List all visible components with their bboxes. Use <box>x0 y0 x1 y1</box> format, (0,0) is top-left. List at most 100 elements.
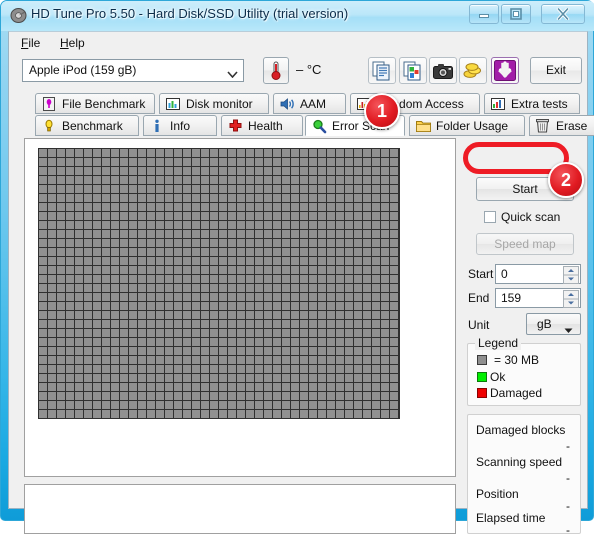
block-cell[interactable] <box>264 149 272 157</box>
block-cell[interactable] <box>327 230 335 238</box>
block-cell[interactable] <box>300 239 308 247</box>
block-cell[interactable] <box>66 158 74 166</box>
block-cell[interactable] <box>138 356 146 364</box>
block-cell[interactable] <box>201 221 209 229</box>
block-cell[interactable] <box>174 194 182 202</box>
block-cell[interactable] <box>39 158 47 166</box>
block-cell[interactable] <box>363 266 371 274</box>
coins-button[interactable] <box>459 57 487 84</box>
block-cell[interactable] <box>255 212 263 220</box>
block-cell[interactable] <box>120 311 128 319</box>
block-cell[interactable] <box>93 185 101 193</box>
block-cell[interactable] <box>390 266 398 274</box>
block-cell[interactable] <box>336 401 344 409</box>
block-cell[interactable] <box>156 158 164 166</box>
block-cell[interactable] <box>39 167 47 175</box>
block-cell[interactable] <box>300 167 308 175</box>
block-cell[interactable] <box>282 302 290 310</box>
block-cell[interactable] <box>264 248 272 256</box>
block-cell[interactable] <box>336 221 344 229</box>
block-cell[interactable] <box>120 203 128 211</box>
block-cell[interactable] <box>237 266 245 274</box>
block-cell[interactable] <box>156 329 164 337</box>
block-cell[interactable] <box>138 320 146 328</box>
block-cell[interactable] <box>219 149 227 157</box>
block-cell[interactable] <box>327 356 335 364</box>
block-cell[interactable] <box>156 392 164 400</box>
block-cell[interactable] <box>48 275 56 283</box>
block-cell[interactable] <box>273 275 281 283</box>
block-cell[interactable] <box>363 320 371 328</box>
block-cell[interactable] <box>381 203 389 211</box>
block-cell[interactable] <box>129 203 137 211</box>
block-cell[interactable] <box>300 347 308 355</box>
block-cell[interactable] <box>66 230 74 238</box>
block-cell[interactable] <box>318 266 326 274</box>
block-cell[interactable] <box>309 203 317 211</box>
block-cell[interactable] <box>183 365 191 373</box>
block-cell[interactable] <box>390 158 398 166</box>
block-cell[interactable] <box>147 185 155 193</box>
block-cell[interactable] <box>300 383 308 391</box>
block-cell[interactable] <box>309 266 317 274</box>
block-cell[interactable] <box>102 401 110 409</box>
block-cell[interactable] <box>237 356 245 364</box>
block-cell[interactable] <box>174 365 182 373</box>
block-cell[interactable] <box>102 338 110 346</box>
block-cell[interactable] <box>336 338 344 346</box>
block-cell[interactable] <box>93 338 101 346</box>
block-cell[interactable] <box>273 311 281 319</box>
block-cell[interactable] <box>147 167 155 175</box>
block-cell[interactable] <box>84 320 92 328</box>
block-cell[interactable] <box>345 167 353 175</box>
block-cell[interactable] <box>282 383 290 391</box>
block-cell[interactable] <box>300 311 308 319</box>
block-cell[interactable] <box>57 374 65 382</box>
block-cell[interactable] <box>354 203 362 211</box>
block-cell[interactable] <box>66 248 74 256</box>
block-cell[interactable] <box>246 320 254 328</box>
block-cell[interactable] <box>192 365 200 373</box>
block-cell[interactable] <box>255 383 263 391</box>
block-cell[interactable] <box>219 392 227 400</box>
block-cell[interactable] <box>120 374 128 382</box>
block-cell[interactable] <box>129 410 137 418</box>
block-cell[interactable] <box>183 392 191 400</box>
block-cell[interactable] <box>156 266 164 274</box>
block-cell[interactable] <box>93 401 101 409</box>
block-cell[interactable] <box>57 347 65 355</box>
block-cell[interactable] <box>129 230 137 238</box>
block-cell[interactable] <box>120 293 128 301</box>
quick-scan-checkbox[interactable] <box>484 211 496 223</box>
block-cell[interactable] <box>39 194 47 202</box>
block-cell[interactable] <box>102 239 110 247</box>
block-cell[interactable] <box>219 365 227 373</box>
block-cell[interactable] <box>273 239 281 247</box>
block-cell[interactable] <box>309 257 317 265</box>
block-cell[interactable] <box>273 167 281 175</box>
block-cell[interactable] <box>165 365 173 373</box>
block-cell[interactable] <box>183 410 191 418</box>
block-cell[interactable] <box>120 392 128 400</box>
block-cell[interactable] <box>291 347 299 355</box>
block-cell[interactable] <box>345 239 353 247</box>
block-cell[interactable] <box>228 248 236 256</box>
block-cell[interactable] <box>273 203 281 211</box>
block-cell[interactable] <box>354 194 362 202</box>
block-cell[interactable] <box>75 167 83 175</box>
block-cell[interactable] <box>147 392 155 400</box>
block-cell[interactable] <box>39 230 47 238</box>
block-cell[interactable] <box>84 293 92 301</box>
block-cell[interactable] <box>246 347 254 355</box>
block-cell[interactable] <box>129 365 137 373</box>
maximize-button[interactable] <box>501 4 531 24</box>
block-cell[interactable] <box>102 266 110 274</box>
block-cell[interactable] <box>129 248 137 256</box>
block-cell[interactable] <box>264 239 272 247</box>
block-cell[interactable] <box>192 392 200 400</box>
block-cell[interactable] <box>300 320 308 328</box>
block-cell[interactable] <box>111 176 119 184</box>
block-cell[interactable] <box>345 230 353 238</box>
block-cell[interactable] <box>300 149 308 157</box>
block-cell[interactable] <box>255 203 263 211</box>
